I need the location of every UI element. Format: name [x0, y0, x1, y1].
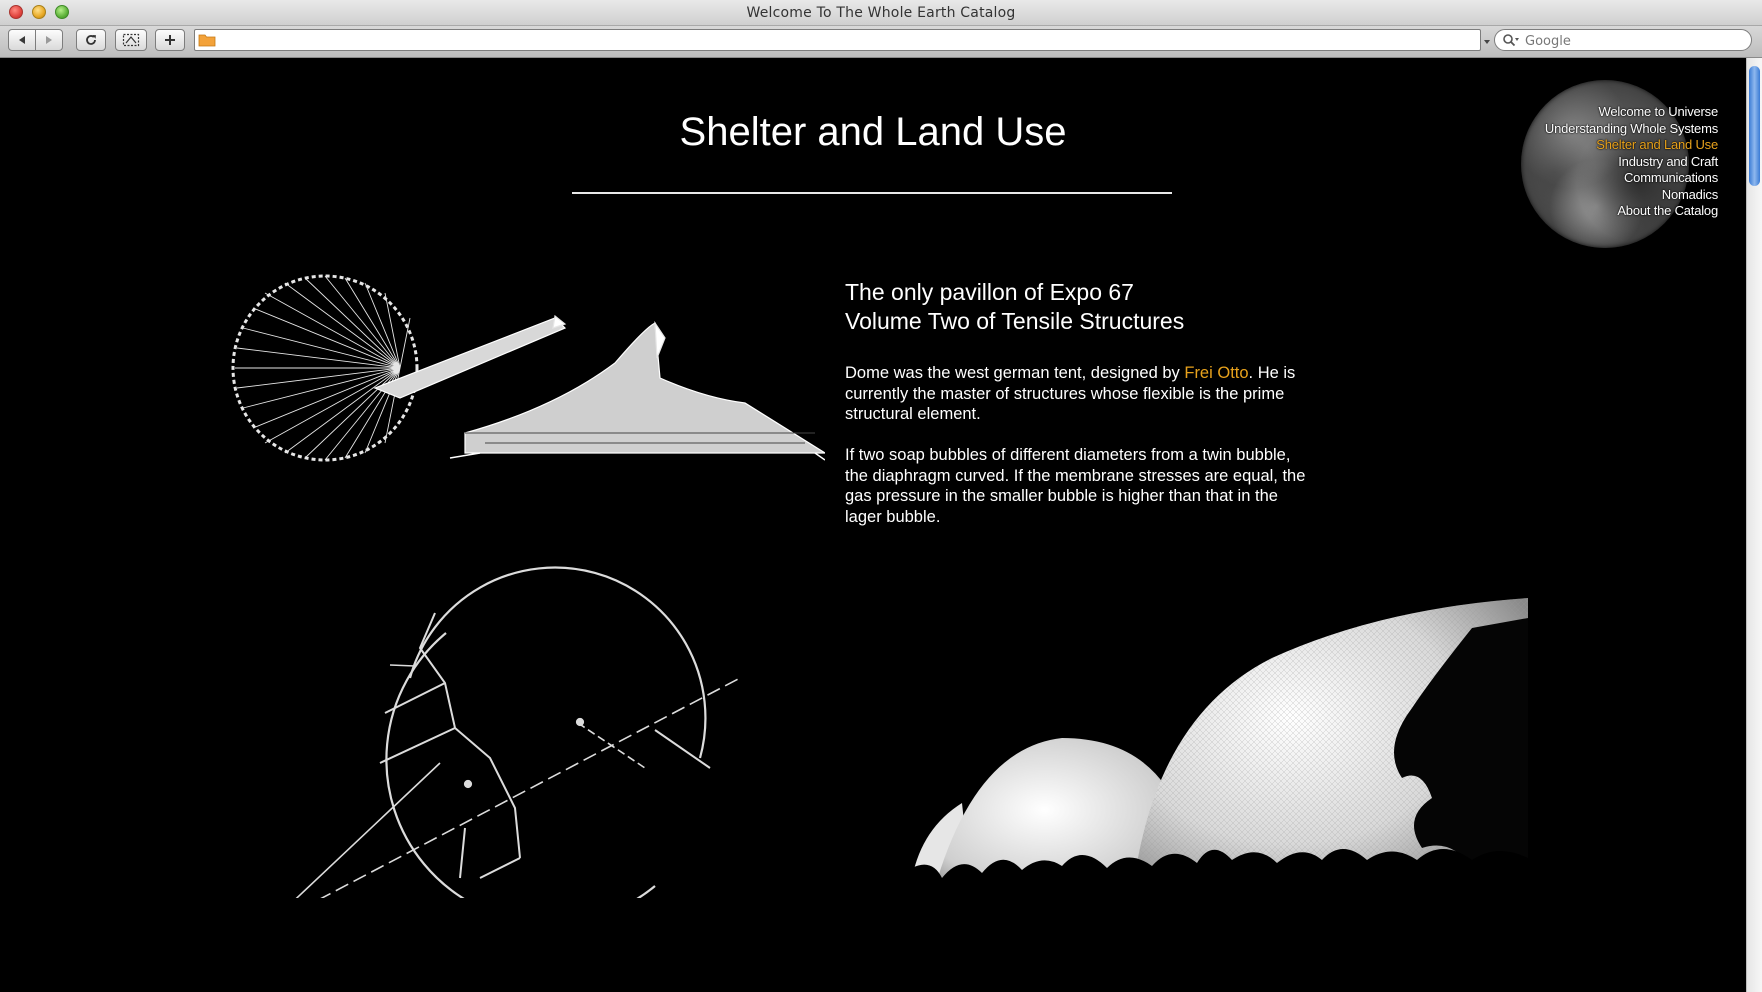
- section-nav: Welcome to Universe Understanding Whole …: [1545, 104, 1718, 220]
- nav-item-nomadics[interactable]: Nomadics: [1545, 187, 1718, 204]
- nav-item-welcome[interactable]: Welcome to Universe: [1545, 104, 1718, 121]
- back-arrow-icon: [19, 36, 25, 44]
- page-title: Shelter and Land Use: [679, 110, 1067, 154]
- title-bar: Welcome To The Whole Earth Catalog: [0, 0, 1762, 26]
- paragraph-tent-text: Dome was the west german tent, designed …: [845, 364, 1185, 382]
- paragraph-tent: Dome was the west german tent, designed …: [845, 363, 1315, 425]
- chevron-down-icon[interactable]: [1483, 38, 1491, 46]
- back-button[interactable]: [8, 29, 36, 51]
- search-bar[interactable]: [1494, 29, 1752, 51]
- nav-item-about[interactable]: About the Catalog: [1545, 203, 1718, 220]
- nav-item-communications[interactable]: Communications: [1545, 170, 1718, 187]
- title-divider: [572, 192, 1172, 194]
- forward-button[interactable]: [35, 29, 63, 51]
- address-input[interactable]: [219, 31, 1476, 51]
- section-headline: The only pavillon of Expo 67 Volume Two …: [845, 278, 1184, 336]
- add-bookmark-button[interactable]: [155, 29, 185, 51]
- vertical-scrollbar[interactable]: [1746, 58, 1762, 992]
- headline-line-1: The only pavillon of Expo 67: [845, 279, 1134, 305]
- search-input[interactable]: [1523, 31, 1741, 51]
- paragraph-bubbles: If two soap bubbles of different diamete…: [845, 446, 1306, 526]
- web-clip-button[interactable]: [115, 29, 147, 51]
- reload-button[interactable]: [76, 29, 106, 51]
- reload-icon: [86, 35, 96, 45]
- headline-line-2: Volume Two of Tensile Structures: [845, 308, 1185, 334]
- magnifier-icon: [1503, 34, 1519, 47]
- folder-icon: [198, 34, 216, 47]
- scrollbar-thumb[interactable]: [1749, 66, 1760, 186]
- plus-icon: [165, 35, 175, 45]
- page-viewport: Shelter and Land Use Welcome to Universe…: [0, 58, 1746, 992]
- geodesic-dome-photo: [912, 598, 1528, 950]
- window-title: Welcome To The Whole Earth Catalog: [746, 5, 1016, 21]
- address-bar[interactable]: [194, 29, 1481, 51]
- frei-otto-link[interactable]: Frei Otto: [1184, 364, 1248, 382]
- forward-arrow-icon: [46, 36, 52, 44]
- browser-toolbar: [0, 26, 1762, 58]
- soap-bubble-diagram: [295, 566, 741, 898]
- nav-item-shelter[interactable]: Shelter and Land Use: [1545, 137, 1718, 154]
- nav-item-industry[interactable]: Industry and Craft: [1545, 154, 1718, 171]
- snippet-icon: [122, 33, 140, 47]
- nav-item-whole-systems[interactable]: Understanding Whole Systems: [1545, 121, 1718, 138]
- tensile-tent-drawing: [231, 274, 825, 462]
